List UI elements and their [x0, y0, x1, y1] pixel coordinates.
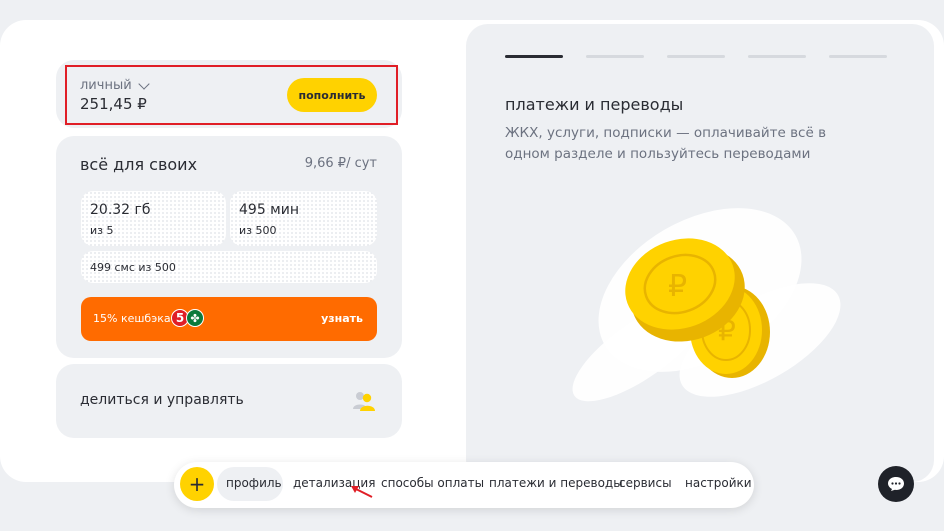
tab-payment-methods[interactable]: способы оплаты — [381, 476, 484, 490]
coins-illustration: ₽ ₽ — [572, 208, 841, 402]
chat-button[interactable] — [878, 466, 914, 502]
slide-indicator-2[interactable] — [586, 55, 644, 58]
sms-remaining: 499 смс из 500 — [90, 261, 176, 274]
slide-indicator-5[interactable] — [829, 55, 887, 58]
tariff-price: 9,66 ₽/ сут — [304, 156, 377, 171]
cashback-banner[interactable]: 15% кешбэка 5 ✤ узнать — [81, 297, 377, 341]
tariff-title: всё для своих — [80, 155, 198, 174]
share-label: делиться и управлять — [80, 392, 244, 408]
partner-logo: 5 ✤ — [171, 309, 204, 327]
slide-indicator-1[interactable] — [505, 55, 563, 58]
data-tile[interactable] — [81, 191, 226, 246]
minutes-remaining: 495 мин — [239, 202, 299, 218]
data-total: из 5 — [90, 224, 114, 237]
balance-amount: 251,45 ₽ — [80, 95, 147, 113]
cashback-label: 15% кешбэка — [93, 312, 171, 325]
chat-icon — [888, 477, 904, 491]
tab-payments-transfers[interactable]: платежи и переводы — [489, 476, 623, 490]
promo-description: ЖКХ, услуги, подписки — оплачивайте всё … — [505, 125, 827, 162]
slide-indicator-4[interactable] — [748, 55, 806, 58]
red-arrow-annotation — [351, 486, 373, 498]
minutes-tile[interactable] — [230, 191, 377, 246]
promo-title: платежи и переводы — [505, 95, 684, 114]
cashback-learn-link[interactable]: узнать — [321, 312, 363, 325]
svg-text:₽: ₽ — [668, 269, 687, 304]
topup-button[interactable]: пополнить — [287, 78, 377, 112]
data-remaining: 20.32 гб — [90, 202, 151, 218]
chevron-down-icon — [137, 77, 150, 90]
cross-logo-icon: ✤ — [186, 309, 204, 327]
slide-indicator-3[interactable] — [667, 55, 725, 58]
account-label: личный — [80, 78, 132, 93]
minutes-total: из 500 — [239, 224, 277, 237]
account-selector[interactable]: личный — [80, 77, 150, 93]
tab-settings[interactable]: настройки — [685, 476, 752, 490]
people-icon — [353, 392, 375, 411]
add-button[interactable]: + — [180, 467, 214, 501]
tab-services[interactable]: сервисы — [619, 476, 672, 490]
tab-profile[interactable]: профиль — [226, 476, 282, 490]
